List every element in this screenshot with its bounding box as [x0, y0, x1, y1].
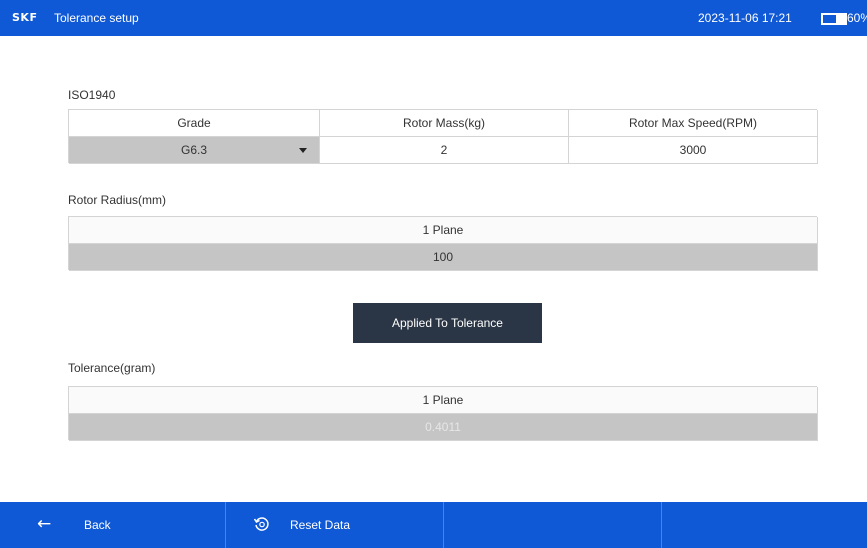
grade-select[interactable]: G6.3: [69, 137, 320, 164]
iso-table: Grade Rotor Mass(kg) Rotor Max Speed(RPM…: [68, 109, 818, 164]
empty-tab-1: [444, 502, 662, 548]
rotor-radius-label: Rotor Radius(mm): [68, 193, 167, 207]
empty-tab-2: [662, 502, 867, 548]
reset-icon: [253, 517, 269, 531]
tolerance-table: 1 Plane 0.4011: [68, 386, 818, 441]
grade-value: G6.3: [180, 143, 207, 157]
dropdown-arrow-icon[interactable]: [299, 148, 307, 153]
battery-icon: [821, 13, 847, 25]
rotor-speed-input[interactable]: 3000: [569, 137, 818, 164]
rotor-mass-header: Rotor Mass(kg): [320, 110, 569, 137]
bottom-bar: ← Back Reset Data: [0, 502, 867, 548]
tolerance-value: 0.4011: [69, 414, 818, 441]
page-title: Tolerance setup: [54, 11, 139, 25]
radius-table: 1 Plane 100: [68, 216, 818, 271]
reset-data-button[interactable]: Reset Data: [226, 502, 444, 548]
rotor-mass-input[interactable]: 2: [320, 137, 569, 164]
datetime: 2023-11-06 17:21: [698, 11, 792, 25]
reset-data-label: Reset Data: [290, 518, 351, 532]
back-label: Back: [84, 518, 111, 532]
tolerance-label: Tolerance(gram): [68, 361, 156, 375]
back-button[interactable]: ← Back: [0, 502, 226, 548]
apply-to-tolerance-button[interactable]: Applied To Tolerance: [353, 303, 542, 343]
rotor-speed-header: Rotor Max Speed(RPM): [569, 110, 818, 137]
brand-logo: SKF: [12, 11, 38, 24]
battery-level: [823, 15, 836, 23]
radius-input[interactable]: 100: [69, 244, 818, 271]
radius-plane-header: 1 Plane: [69, 217, 818, 244]
top-bar: SKF Tolerance setup 2023-11-06 17:21 60%: [0, 0, 867, 36]
grade-header: Grade: [69, 110, 320, 137]
battery-percent: 60%: [847, 11, 867, 25]
tolerance-plane-header: 1 Plane: [69, 387, 818, 414]
arrow-left-icon: ←: [37, 514, 52, 534]
standard-label: ISO1940: [68, 88, 116, 102]
